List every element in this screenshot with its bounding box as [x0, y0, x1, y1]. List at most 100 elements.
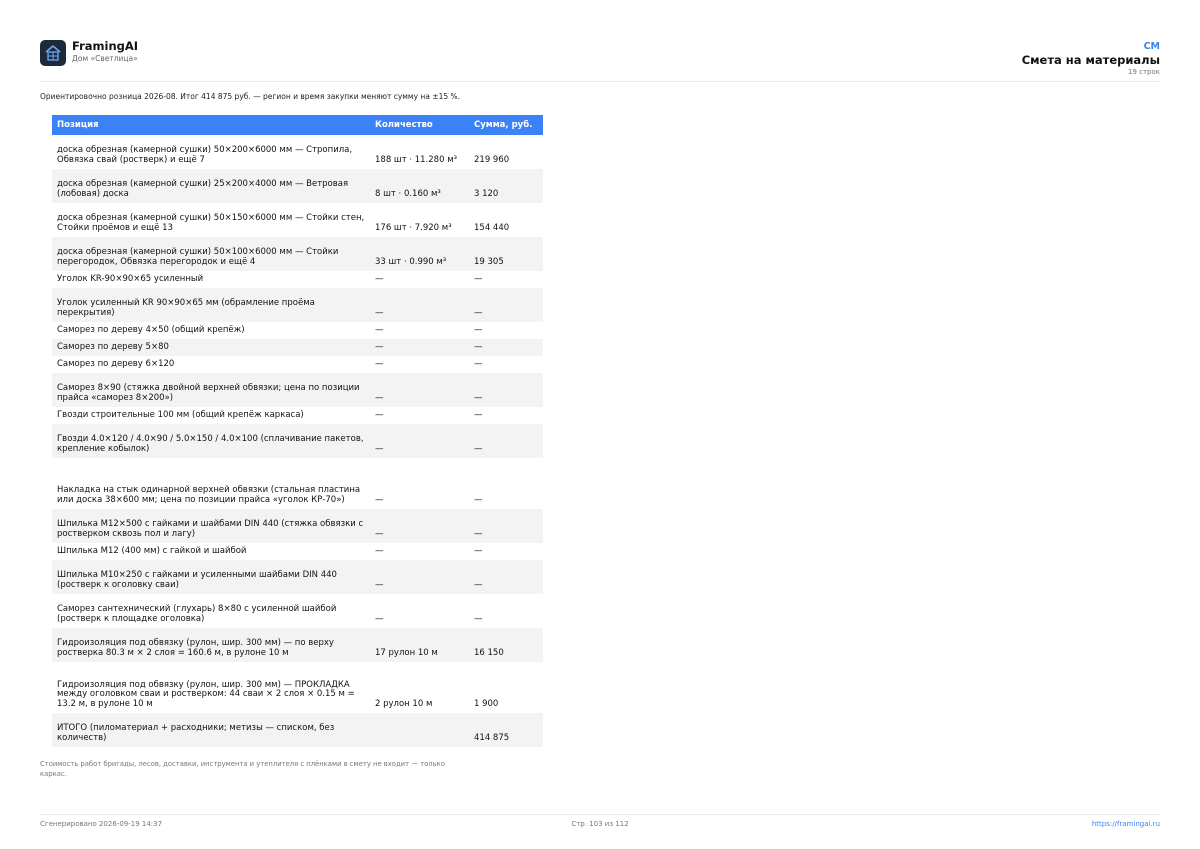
table-row: доска обрезная (камерной сушки) 50×200×6… [52, 135, 543, 169]
table-row: Гидроизоляция под обвязку (рулон, шир. 3… [52, 628, 543, 662]
table-body: доска обрезная (камерной сушки) 50×200×6… [52, 135, 543, 747]
cell-item: Накладка на стык одинарной верхней обвяз… [57, 485, 361, 505]
cell-sum: — [469, 373, 543, 407]
brand-name: FramingAI [72, 39, 139, 53]
brand-block: FramingAI Дом «Светлица» [72, 40, 138, 64]
table-row: Гвозди строительные 100 мм (общий крепёж… [52, 407, 543, 424]
table-row: Саморез сантехнический (глухарь) 8×80 с … [52, 594, 543, 628]
table-row: Уголок усиленный KR 90×90×65 мм (обрамле… [52, 288, 543, 322]
cell-item: Гидроизоляция под обвязку (рулон, шир. 3… [52, 628, 370, 662]
cell-item: Саморез 8×90 (стяжка двойной верхней обв… [52, 373, 370, 407]
cell-sum: — [469, 288, 543, 322]
table-row: Уголок KR-90×90×65 усиленный — — [52, 271, 543, 288]
table-row: ИТОГО (пиломатериал + расходники; метизы… [52, 713, 543, 747]
cell-item: Саморез по дереву 5×80 [52, 339, 370, 356]
cell-sum: 219 960 [474, 154, 510, 165]
cell-quantity: — [370, 339, 469, 356]
table-header-row: Позиция Количество Сумма, руб. [52, 115, 543, 135]
cell-item: Гвозди строительные 100 мм (общий крепёж… [57, 409, 304, 420]
cell-quantity: — [375, 324, 384, 335]
cell-sum: — [474, 324, 483, 335]
cell-quantity: — [375, 494, 384, 505]
table-row: Гидроизоляция под обвязку (рулон, шир. 3… [52, 662, 543, 713]
cell-quantity: — [375, 409, 384, 420]
cell-item: доска обрезная (камерной сушки) 50×100×6… [52, 237, 370, 271]
cell-sum: — [469, 560, 543, 594]
cell-sum: — [474, 613, 483, 624]
column-header-item: Позиция [52, 115, 370, 135]
cell-sum: — [474, 494, 483, 505]
table-row: Гвозди 4.0×120 / 4.0×90 / 5.0×150 / 4.0×… [52, 424, 543, 458]
page-footer: Сгенерировано 2026-09-19 14:37 Стр. 103 … [40, 814, 1160, 834]
table-row: Саморез 8×90 (стяжка двойной верхней обв… [52, 373, 543, 407]
column-header-sum: Сумма, руб. [469, 115, 543, 135]
row-count: 19 строк [1127, 68, 1160, 76]
cell-quantity: — [375, 613, 384, 624]
cell-sum: 19 305 [469, 237, 543, 271]
site-link[interactable]: https://framingai.ru [1092, 820, 1160, 828]
cell-quantity: 176 шт · 7.920 м³ [375, 222, 452, 233]
table-row: доска обрезная (камерной сушки) 50×150×6… [52, 203, 543, 237]
footnote: Стоимость работ бригады, лесов, доставки… [40, 760, 445, 778]
cell-sum: — [474, 358, 483, 369]
cell-item: Шпилька М12×500 с гайками и шайбами DIN … [52, 509, 370, 543]
cell-quantity: — [370, 509, 469, 543]
table-row: Саморез по дереву 4×50 (общий крепёж) — — [52, 322, 543, 339]
cell-quantity: 188 шт · 11.280 м³ [375, 154, 458, 165]
cell-item: Уголок KR-90×90×65 усиленный [57, 273, 204, 284]
table-row: Шпилька М12×500 с гайками и шайбами DIN … [52, 509, 543, 543]
cell-sum: 16 150 [469, 628, 543, 662]
cell-quantity: — [370, 424, 469, 458]
cell-item: Саморез сантехнический (глухарь) 8×80 с … [57, 604, 337, 624]
table-row: доска обрезная (камерной сушки) 50×100×6… [52, 237, 543, 271]
cell-sum: 414 875 [469, 713, 543, 747]
cell-quantity: — [370, 373, 469, 407]
table-row: Шпилька М10×250 с гайками и усиленными ш… [52, 560, 543, 594]
table-row: Саморез по дереву 5×80— — [52, 339, 543, 356]
cell-quantity: — [375, 273, 384, 284]
cell-sum: 154 440 [474, 222, 510, 233]
cell-item: Гвозди 4.0×120 / 4.0×90 / 5.0×150 / 4.0×… [52, 424, 370, 458]
cell-quantity: — [370, 560, 469, 594]
page-header: FramingAI Дом «Светлица» CM Смета на мат… [40, 40, 1160, 82]
cell-sum: — [474, 273, 483, 284]
table-row: Саморез по дереву 6×120 — — [52, 356, 543, 373]
cell-quantity: 17 рулон 10 м [370, 628, 469, 662]
cell-sum: — [469, 339, 543, 356]
cell-sum: — [469, 509, 543, 543]
cell-item: Шпилька М10×250 с гайками и усиленными ш… [52, 560, 370, 594]
materials-table: Позиция Количество Сумма, руб. доска обр… [52, 115, 543, 747]
house-frame-icon [40, 40, 66, 66]
cell-item: доска обрезная (камерной сушки) 25×200×4… [52, 169, 370, 203]
cell-item: Саморез по дереву 6×120 [57, 358, 175, 369]
cell-quantity: — [370, 288, 469, 322]
document-code: CM [1143, 41, 1160, 52]
cell-item: Саморез по дереву 4×50 (общий крепёж) [57, 324, 245, 335]
intro-text: Ориентировочно розница 2026-08. Итог 414… [40, 92, 461, 101]
cell-sum: — [474, 409, 483, 420]
table-row: Шпилька М12 (400 мм) с гайкой и шайбой — — [52, 543, 543, 560]
cell-sum: — [474, 545, 483, 556]
cell-item: Шпилька М12 (400 мм) с гайкой и шайбой [57, 545, 247, 556]
table-row: Накладка на стык одинарной верхней обвяз… [52, 458, 543, 509]
cell-sum: — [469, 424, 543, 458]
document-title: Смета на материалы [1021, 53, 1160, 67]
page-number: Стр. 103 из 112 [571, 820, 629, 828]
cell-item: Уголок усиленный KR 90×90×65 мм (обрамле… [52, 288, 370, 322]
cell-item: доска обрезная (камерной сушки) 50×150×6… [57, 213, 365, 233]
document-heading: CM Смета на материалы 19 строк [1022, 41, 1160, 77]
cell-quantity: — [375, 358, 384, 369]
column-header-quantity: Количество [370, 115, 469, 135]
project-name: Дом «Светлица» [72, 54, 138, 63]
cell-item: Гидроизоляция под обвязку (рулон, шир. 3… [57, 679, 355, 709]
table-row: доска обрезная (камерной сушки) 25×200×4… [52, 169, 543, 203]
cell-sum: 3 120 [469, 169, 543, 203]
cell-quantity: — [375, 545, 384, 556]
cell-item: ИТОГО (пиломатериал + расходники; метизы… [52, 713, 370, 747]
cell-quantity: 8 шт · 0.160 м³ [370, 169, 469, 203]
cell-item: доска обрезная (камерной сушки) 50×200×6… [57, 145, 353, 165]
cell-quantity: 33 шт · 0.990 м³ [370, 237, 469, 271]
cell-quantity: 2 рулон 10 м [375, 698, 433, 709]
cell-quantity [370, 713, 469, 747]
cell-sum: 1 900 [474, 698, 499, 709]
